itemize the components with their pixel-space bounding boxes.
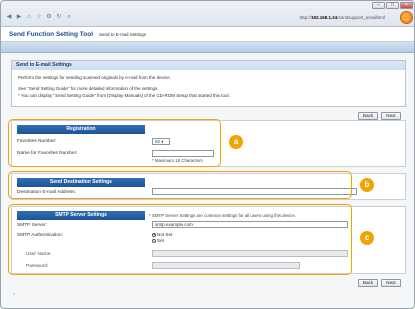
info-line: See "Send Setting Guide" for more detail… [18, 86, 159, 91]
menu-bar [1, 42, 414, 53]
info-line: * You can display "Send Setting Guide" f… [18, 93, 230, 98]
back-button-bottom[interactable]: Back [358, 279, 378, 287]
next-button-bottom[interactable]: Next [381, 279, 401, 287]
browser-window: – □ × ◀ ▶ ⌂ ☆ ⚙ ↻ ⌕ http://192.168.1.24/… [0, 0, 415, 309]
destination-highlight [8, 171, 352, 199]
info-panel: Send to E-mail Settings Perform the sett… [11, 60, 406, 107]
window-controls: – □ × [372, 2, 413, 9]
breadcrumb: Send to E-mail Settings [99, 32, 147, 37]
maximize-icon[interactable]: □ [386, 2, 399, 9]
go-button[interactable]: → [400, 11, 413, 24]
callout-b: b [360, 178, 374, 192]
forward-arrow-icon[interactable]: ▶ [15, 13, 23, 21]
callout-a: a [229, 135, 243, 149]
minimize-icon[interactable]: – [372, 2, 385, 9]
info-title: Send to E-mail Settings [12, 61, 405, 70]
info-line: Perform the settings for sending scanned… [18, 75, 171, 80]
back-arrow-icon[interactable]: ◀ [5, 13, 13, 21]
next-button[interactable]: Next [381, 112, 401, 120]
back-button[interactable]: Back [358, 112, 378, 120]
browser-chrome: – □ × ◀ ▶ ⌂ ☆ ⚙ ↻ ⌕ http://192.168.1.24/… [1, 1, 414, 27]
page-header: Send Function Setting Tool Send to E-mai… [1, 27, 414, 42]
gear-icon[interactable]: ⚙ [45, 13, 53, 21]
address-bar[interactable]: http://192.168.1.24/sendsupport_emailhtm… [61, 14, 391, 22]
scroll-top-icon[interactable]: ⌃ [12, 293, 16, 299]
tool-title: Send Function Setting Tool [9, 31, 94, 38]
star-icon[interactable]: ☆ [35, 13, 43, 21]
home-icon[interactable]: ⌂ [25, 13, 33, 21]
url-text: http://192.168.1.24/sendsupport_emailhtm… [299, 15, 385, 20]
callout-c: c [360, 231, 374, 245]
smtp-highlight [8, 204, 352, 275]
close-icon[interactable]: × [400, 2, 413, 9]
registration-highlight [8, 119, 221, 167]
